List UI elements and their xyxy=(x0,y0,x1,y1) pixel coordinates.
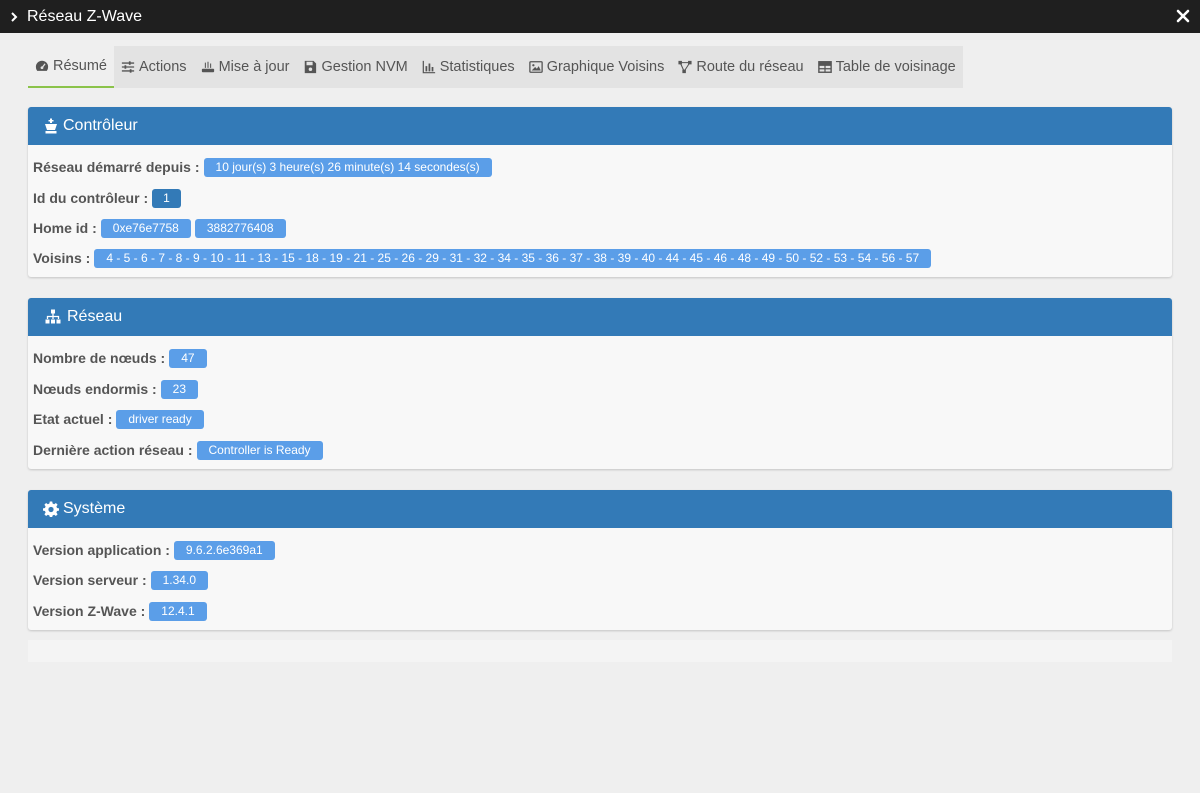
sitemap-icon xyxy=(45,309,61,324)
image-icon xyxy=(528,61,543,73)
tab-actions[interactable]: Actions xyxy=(114,46,194,88)
tab-label: Graphique Voisins xyxy=(546,59,665,75)
save-icon xyxy=(305,60,317,74)
system-panel-header: Système xyxy=(28,490,1172,528)
network-panel-header: Réseau xyxy=(28,298,1172,336)
system-panel: Système Version application : 9.6.2.6e36… xyxy=(28,490,1172,630)
zwave-version-label: Version Z-Wave : xyxy=(33,603,146,619)
network-uptime-row: Réseau démarré depuis : 10 jour(s) 3 heu… xyxy=(33,157,496,177)
gear-icon xyxy=(43,501,59,517)
controller-id-label: Id du contrôleur : xyxy=(33,190,149,206)
zwave-version-badge: 12.4.1 xyxy=(149,601,207,621)
tab-resume[interactable]: Résumé xyxy=(28,46,114,88)
panel-title: Contrôleur xyxy=(63,117,138,134)
bar-chart-icon xyxy=(422,60,435,74)
tab-mise-a-jour[interactable]: Mise à jour xyxy=(193,46,297,88)
current-state-label: Etat actuel : xyxy=(33,411,113,427)
dashboard-icon xyxy=(35,60,49,71)
last-action-label: Dernière action réseau : xyxy=(33,442,193,458)
controller-panel: Contrôleur Réseau démarré depuis : 10 jo… xyxy=(28,107,1172,277)
window-titlebar: Réseau Z-Wave xyxy=(0,0,1200,33)
home-id-hex-badge: 0xe76e7758 xyxy=(100,218,191,238)
tab-route-du-reseau[interactable]: Route du réseau xyxy=(671,46,811,88)
server-version-row: Version serveur : 1.34.0 xyxy=(33,570,212,590)
table-icon xyxy=(817,61,832,73)
router-icon xyxy=(201,61,214,73)
home-id-dec-badge: 3882776408 xyxy=(194,218,286,238)
neighbors-label: Voisins : xyxy=(33,250,91,266)
neighbors-row: Voisins : 4 - 5 - 6 - 7 - 8 - 9 - 10 - 1… xyxy=(33,248,935,268)
tab-label: Mise à jour xyxy=(218,59,290,75)
tab-graphique-voisins[interactable]: Graphique Voisins xyxy=(521,46,672,88)
zwave-version-row: Version Z-Wave : 12.4.1 xyxy=(33,601,211,621)
uptime-badge: 10 jour(s) 3 heure(s) 26 minute(s) 14 se… xyxy=(203,157,492,177)
panel-title: Système xyxy=(63,500,126,517)
content-footer xyxy=(28,640,1172,662)
uptime-label: Réseau démarré depuis : xyxy=(33,159,200,175)
tab-label: Route du réseau xyxy=(696,59,804,75)
current-state-row: Etat actuel : driver ready xyxy=(33,409,208,429)
sleeping-nodes-badge: 23 xyxy=(160,379,199,399)
chess-king-icon xyxy=(45,118,57,134)
sleeping-nodes-label: Nœuds endormis : xyxy=(33,381,157,397)
tab-label: Statistiques xyxy=(439,59,515,75)
server-version-label: Version serveur : xyxy=(33,572,147,588)
tab-label: Table de voisinage xyxy=(835,59,956,75)
tab-label: Actions xyxy=(139,59,187,75)
node-count-badge: 47 xyxy=(169,348,207,368)
close-icon[interactable] xyxy=(1176,9,1190,23)
window-title: Réseau Z-Wave xyxy=(27,7,142,25)
controller-id-badge: 1 xyxy=(152,188,181,208)
app-version-row: Version application : 9.6.2.6e369a1 xyxy=(33,540,279,560)
neighbors-badge: 4 - 5 - 6 - 7 - 8 - 9 - 10 - 11 - 13 - 1… xyxy=(94,248,932,268)
tab-label: Résumé xyxy=(53,58,107,74)
tab-table-de-voisinage[interactable]: Table de voisinage xyxy=(810,46,963,88)
controller-id-row: Id du contrôleur : 1 xyxy=(33,188,185,208)
last-action-row: Dernière action réseau : Controller is R… xyxy=(33,440,327,460)
network-route-icon xyxy=(678,60,692,74)
home-id-label: Home id : xyxy=(33,220,97,236)
last-action-badge: Controller is Ready xyxy=(196,440,323,460)
tab-bar: Résumé Actions Mise à jour Gestion NVM S… xyxy=(28,46,963,88)
sleeping-nodes-row: Nœuds endormis : 23 xyxy=(33,379,202,399)
tab-label: Gestion NVM xyxy=(321,59,408,75)
node-count-row: Nombre de nœuds : 47 xyxy=(33,348,211,368)
app-version-badge: 9.6.2.6e369a1 xyxy=(173,540,275,560)
app-version-label: Version application : xyxy=(33,542,170,558)
sliders-icon xyxy=(121,61,135,73)
panel-title: Réseau xyxy=(67,308,123,325)
controller-panel-header: Contrôleur xyxy=(28,107,1172,145)
tab-statistiques[interactable]: Statistiques xyxy=(414,46,522,88)
network-panel: Réseau Nombre de nœuds : 47 Nœuds endorm… xyxy=(28,298,1172,469)
current-state-badge: driver ready xyxy=(116,409,204,429)
tab-gestion-nvm[interactable]: Gestion NVM xyxy=(296,46,415,88)
server-version-badge: 1.34.0 xyxy=(150,570,208,590)
home-id-row: Home id : 0xe76e7758 3882776408 xyxy=(33,218,290,238)
node-count-label: Nombre de nœuds : xyxy=(33,350,166,366)
chevron-right-icon xyxy=(9,11,19,22)
